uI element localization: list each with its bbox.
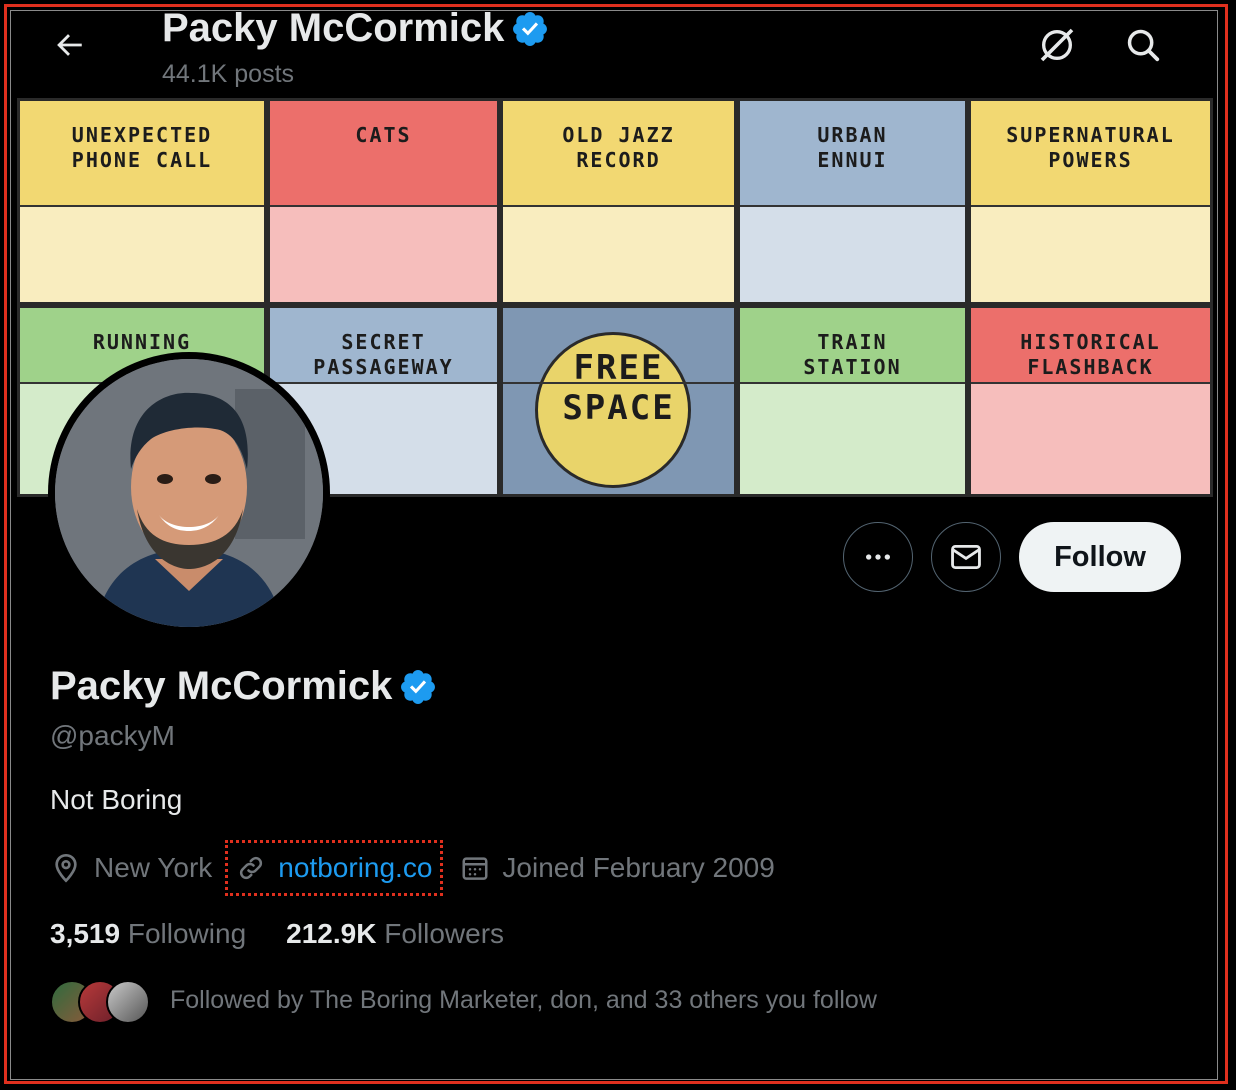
banner-panel-label: OLD JAZZ RECORD — [562, 123, 675, 172]
profile-meta: New York notboring.co Joined February 20… — [50, 840, 775, 896]
grok-button[interactable] — [1030, 18, 1084, 72]
avatar-portrait — [55, 359, 323, 627]
post-count: 44.1K posts — [162, 60, 295, 88]
verified-badge-icon — [401, 669, 436, 704]
calendar-icon — [462, 857, 488, 880]
joined-item: Joined February 2009 — [460, 852, 775, 884]
profile-avatar[interactable] — [48, 352, 330, 634]
header-name-text: Packy McCormick — [162, 6, 505, 50]
banner-panel-art — [503, 205, 734, 302]
banner-panel: FREE SPACE — [500, 305, 737, 497]
banner-panel-art — [971, 205, 1210, 302]
following-label: Following — [127, 918, 247, 949]
banner-panel: CATS — [267, 98, 500, 305]
grok-icon — [1040, 28, 1074, 62]
followers-you-know[interactable]: Followed by The Boring Marketer, don, an… — [50, 978, 877, 1024]
banner-panel-art — [503, 382, 734, 494]
website-item[interactable]: notboring.co — [225, 840, 444, 896]
banner-panel-art — [740, 382, 965, 494]
followed-by-text: Followed by The Boring Marketer, don, an… — [170, 985, 877, 1014]
banner-panel-label: TRAIN STATION — [803, 330, 902, 379]
banner-panel-art — [20, 205, 264, 302]
followers-count: 212.9K — [286, 918, 377, 949]
banner-panel-label: HISTORICAL FLASHBACK — [1020, 330, 1161, 379]
banner-panel-label: UNEXPECTED PHONE CALL — [71, 123, 213, 172]
banner-panel-label: CATS — [355, 123, 412, 147]
banner-panel-label: URBAN ENNUI — [817, 123, 888, 172]
banner-panel-label: SUPERNATURAL POWERS — [1006, 123, 1175, 172]
banner-panel-art — [971, 382, 1210, 494]
envelope-icon — [951, 544, 981, 570]
link-icon — [240, 856, 263, 880]
message-button[interactable] — [931, 522, 1001, 592]
header-title: Packy McCormick — [162, 6, 548, 51]
banner-panel: UNEXPECTED PHONE CALL — [17, 98, 267, 305]
location-pin-icon — [55, 853, 77, 883]
location-text: New York — [94, 852, 213, 883]
profile-stats: 3,519 Following 212.9K Followers — [50, 918, 504, 950]
more-options-button[interactable] — [843, 522, 913, 592]
more-icon — [866, 554, 890, 560]
search-button[interactable] — [1116, 18, 1170, 72]
banner-panel-label: RUNNING — [92, 330, 192, 354]
banner-panel-art — [270, 205, 497, 302]
following-stat[interactable]: 3,519 Following — [50, 918, 246, 950]
back-button[interactable] — [40, 16, 98, 74]
banner-panel: URBAN ENNUI — [737, 98, 968, 305]
profile-handle: @packyM — [50, 720, 175, 751]
banner-panel-label: SECRET PASSAGEWAY — [313, 330, 454, 379]
banner-panel: TRAIN STATION — [737, 305, 968, 497]
banner-panel: OLD JAZZ RECORD — [500, 98, 737, 305]
location-item: New York — [50, 852, 212, 884]
mutual-avatars — [50, 978, 150, 1024]
profile-bio: Not Boring — [50, 784, 183, 815]
follow-button[interactable]: Follow — [1019, 522, 1181, 592]
mutual-avatar — [106, 980, 150, 1024]
banner-panel: SUPERNATURAL POWERS — [968, 98, 1213, 305]
website-link[interactable]: notboring.co — [278, 852, 432, 884]
profile-display-name: Packy McCormick — [50, 664, 436, 709]
followers-label: Followers — [384, 918, 505, 949]
joined-text: Joined February 2009 — [502, 852, 775, 883]
profile-header: Packy McCormick 44.1K posts — [0, 0, 1236, 98]
banner-panel-art — [740, 205, 965, 302]
verified-badge-icon — [513, 11, 548, 46]
followers-stat[interactable]: 212.9K Followers — [286, 918, 504, 950]
banner-panel: HISTORICAL FLASHBACK — [968, 305, 1213, 497]
search-icon — [1127, 29, 1160, 62]
display-name-text: Packy McCormick — [50, 664, 393, 708]
arrow-left-icon — [57, 34, 82, 56]
following-count: 3,519 — [50, 918, 121, 949]
